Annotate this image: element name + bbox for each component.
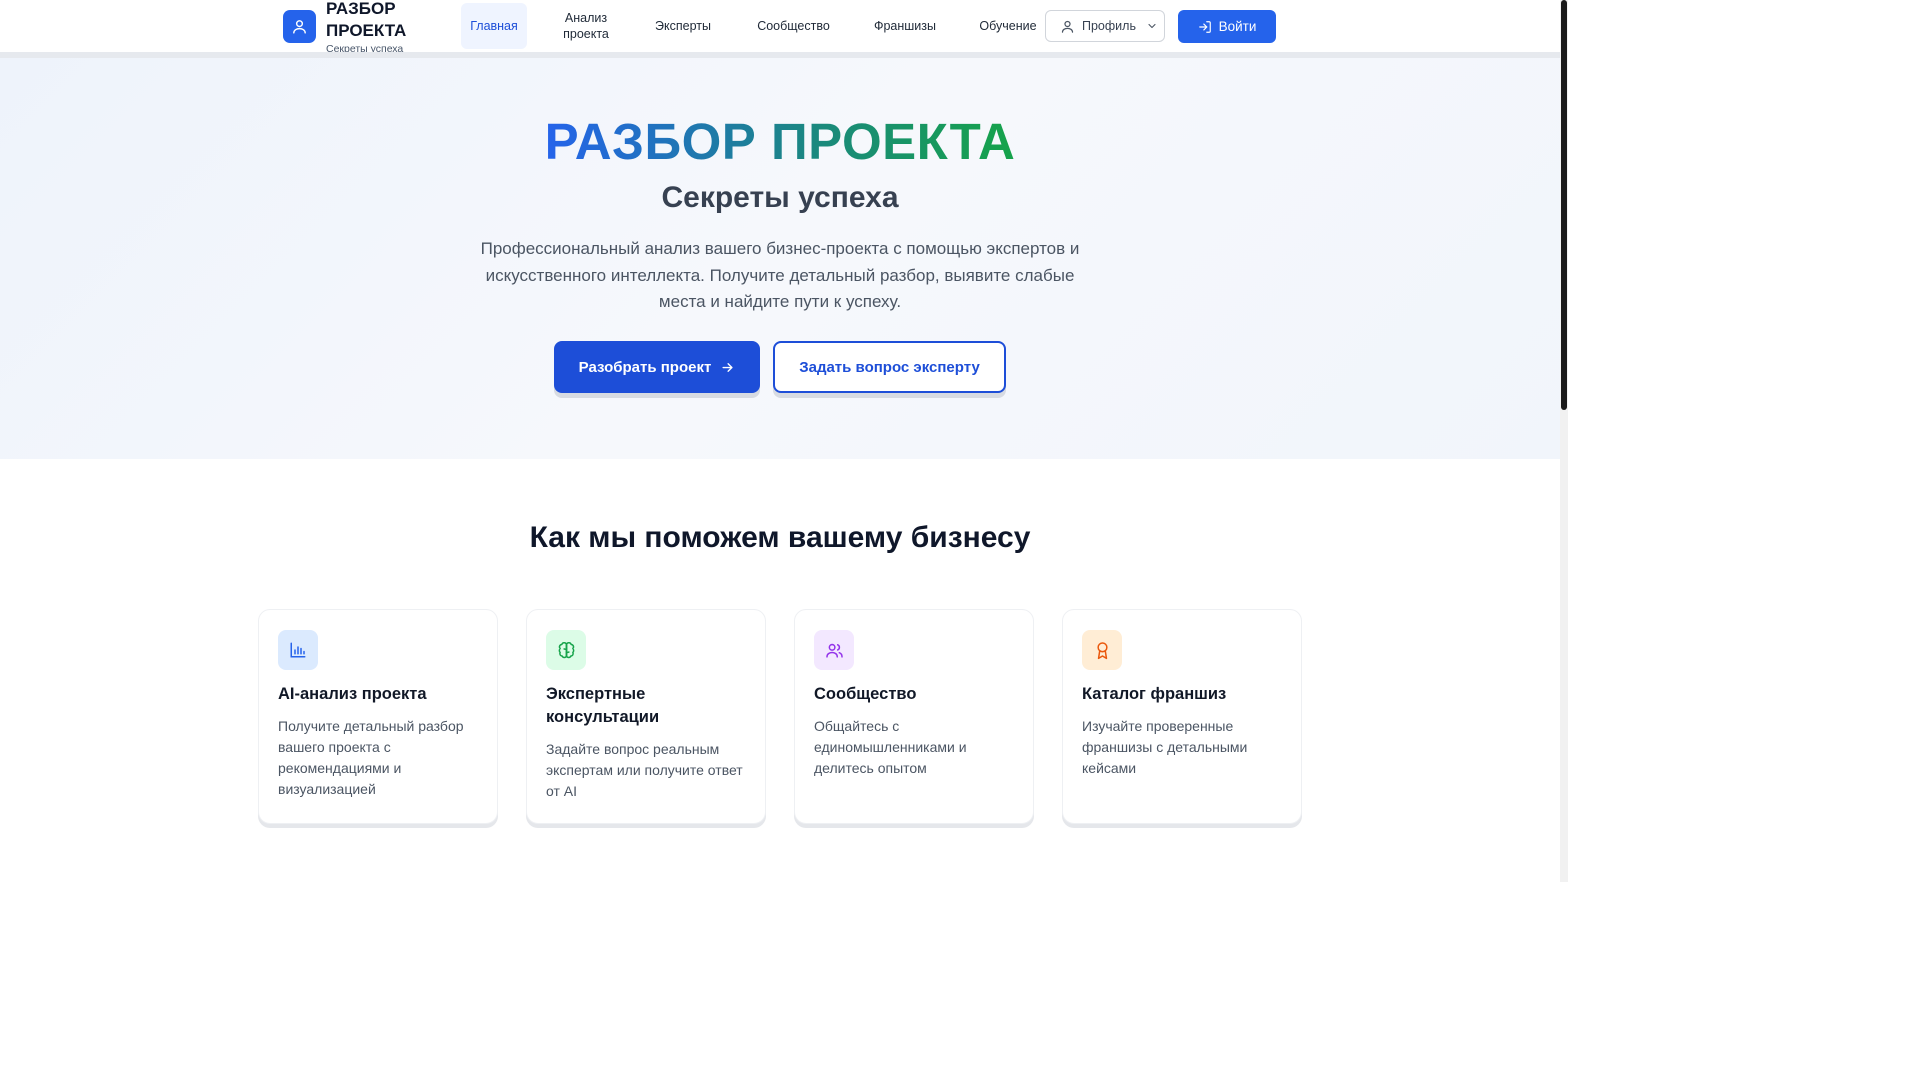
user-icon xyxy=(293,20,306,34)
card-title: AI-анализ проекта xyxy=(278,685,427,703)
card-title: Каталог франшиз xyxy=(1082,685,1227,703)
login-button[interactable]: Войти xyxy=(1178,10,1276,43)
card-description: Получите детальный разбор вашего проекта… xyxy=(278,718,464,797)
bar-chart-icon xyxy=(290,642,306,658)
card-icon-box xyxy=(1082,630,1122,670)
profile-label: Профиль xyxy=(1082,19,1136,33)
hero-title-text: РАЗБОР ПРОЕКТА xyxy=(544,113,1016,170)
analyze-project-label: Разобрать проект xyxy=(578,358,712,376)
ask-expert-label: Задать вопрос эксперту xyxy=(799,358,980,376)
card-icon-box xyxy=(546,630,586,670)
feature-card-expert-consultations[interactable]: Экспертные консультации Задайте вопрос р… xyxy=(526,609,766,824)
profile-dropdown[interactable]: Профиль xyxy=(1045,10,1165,42)
card-title: Сообщество xyxy=(814,685,917,703)
user-icon xyxy=(1061,20,1074,33)
scrollbar-thumb[interactable] xyxy=(1561,0,1567,410)
nav-community[interactable]: Сообщество xyxy=(748,3,839,49)
features-title: Как мы поможем вашему бизнесу xyxy=(529,521,1031,554)
card-description: Задайте вопрос реальным экспертам или по… xyxy=(546,741,743,799)
hero-title: РАЗБОР ПРОЕКТА xyxy=(0,112,1560,171)
feature-card-community[interactable]: Сообщество Общайтесь с единомышленниками… xyxy=(794,609,1034,824)
hero-subtitle: Секреты успеха xyxy=(661,181,899,214)
nav-experts[interactable]: Эксперты xyxy=(643,3,723,49)
users-icon xyxy=(825,643,843,658)
nav-home[interactable]: Главная xyxy=(461,3,527,49)
card-icon-box xyxy=(278,630,318,670)
ask-expert-button[interactable]: Задать вопрос эксперту xyxy=(773,341,1006,393)
card-title: Экспертные консультации xyxy=(546,685,660,726)
feature-card-franchise-catalog[interactable]: Каталог франшиз Изучайте проверенные фра… xyxy=(1062,609,1302,824)
arrow-right-icon xyxy=(722,362,733,372)
nav-education[interactable]: Обучение xyxy=(972,3,1044,49)
card-description: Общайтесь с единомышленниками и делитесь… xyxy=(814,718,967,776)
analyze-project-button[interactable]: Разобрать проект xyxy=(554,341,760,393)
login-icon xyxy=(1198,20,1211,33)
card-icon-box xyxy=(814,630,854,670)
chevron-down-icon xyxy=(1148,23,1156,29)
feature-card-ai-analysis[interactable]: AI-анализ проекта Получите детальный раз… xyxy=(258,609,498,824)
logo-title[interactable]: РАЗБОР ПРОЕКТА xyxy=(326,0,446,42)
logo-badge[interactable] xyxy=(283,10,316,43)
nav-franchises[interactable]: Франшизы xyxy=(865,3,945,49)
nav-project-analysis[interactable]: Анализ проекта xyxy=(546,3,626,49)
award-icon xyxy=(1096,641,1108,659)
brain-icon xyxy=(558,641,574,658)
card-description: Изучайте проверенные франшизы с детальны… xyxy=(1082,718,1248,776)
login-label: Войти xyxy=(1218,19,1257,34)
hero-description: Профессиональный анализ вашего бизнес-пр… xyxy=(480,239,1080,311)
site-header: РАЗБОР ПРОЕКТА Секреты успеха Главная Ан… xyxy=(0,0,1560,55)
